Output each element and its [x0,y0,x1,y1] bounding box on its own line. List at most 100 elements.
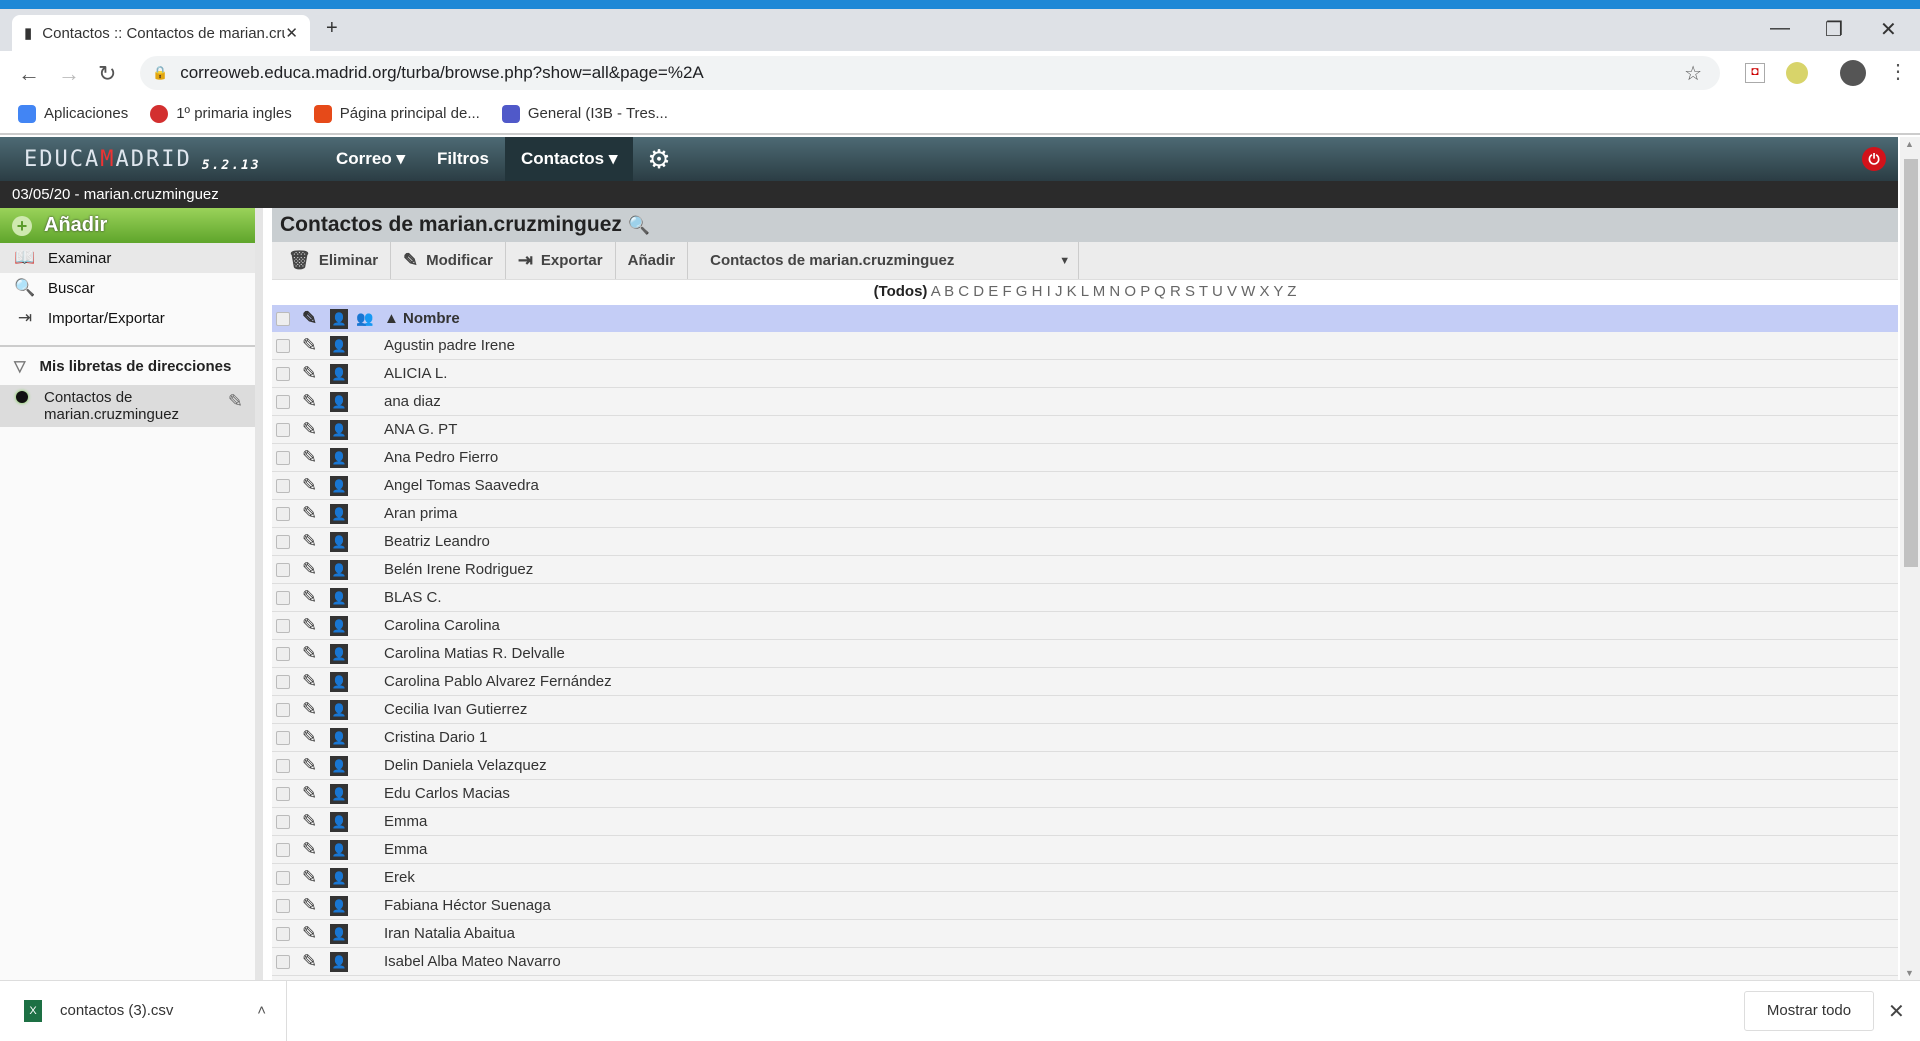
profile-icon[interactable] [1840,60,1866,86]
row-checkbox[interactable] [276,870,290,885]
edit-pencil-icon[interactable]: ✎ [302,867,322,888]
delete-button[interactable]: 🗑 Eliminar [272,242,392,279]
menu-correo[interactable]: Correo ▾ [320,137,421,181]
contact-name[interactable]: Cristina Dario 1 [384,729,487,746]
add-contact-button[interactable]: + Añadir [0,208,255,243]
contact-row[interactable]: ✎ 👤 Agustin padre Irene [272,332,1898,360]
contact-name[interactable]: Carolina Matias R. Delvalle [384,645,565,662]
bookmark-apps[interactable]: Aplicaciones [18,105,128,124]
row-checkbox[interactable] [276,562,290,577]
row-checkbox[interactable] [276,394,290,409]
forward-icon[interactable]: → [58,61,80,87]
page-scrollbar[interactable]: ▲ ▼ [1900,137,1920,980]
row-checkbox[interactable] [276,954,290,969]
contact-card-icon[interactable]: 👤 [330,335,348,356]
bookmark-teams[interactable]: General (I3B - Tres... [501,105,668,124]
edit-pencil-icon[interactable]: ✎ [302,727,322,748]
row-checkbox[interactable] [276,898,290,913]
contact-card-icon[interactable]: 👤 [330,811,348,832]
contact-name[interactable]: Emma [384,813,427,830]
contact-row[interactable]: ✎ 👤 Aran prima [272,500,1898,528]
add-to-button[interactable]: Añadir [616,242,689,279]
contact-row[interactable]: ✎ 👤 Iran Natalia Abaitua [272,920,1898,948]
contact-card-icon[interactable]: 👤 [330,951,348,972]
menu-contactos[interactable]: Contactos ▾ [504,137,634,181]
contact-row[interactable]: ✎ 👤 Erek [272,864,1898,892]
row-checkbox[interactable] [276,646,290,661]
contact-name[interactable]: ana diaz [384,393,441,410]
row-checkbox[interactable] [276,590,290,605]
bookmark-office[interactable]: Página principal de... [313,105,480,124]
edit-pencil-icon[interactable]: ✎ [302,699,322,720]
contact-card-icon[interactable]: 👤 [330,475,348,496]
contact-card-icon[interactable]: 👤 [330,783,348,804]
back-icon[interactable]: ← [18,61,40,87]
contact-card-icon[interactable]: 👤 [330,923,348,944]
menu-filtros[interactable]: Filtros [421,137,505,181]
sidebar-item-examinar[interactable]: 📖 Examinar [0,243,255,273]
bookmark-primaria[interactable]: 1º primaria ingles [150,105,292,124]
contact-card-icon[interactable]: 👤 [330,727,348,748]
contact-name[interactable]: Edu Carlos Macias [384,785,510,802]
edit-pencil-icon[interactable]: ✎ [302,755,322,776]
edit-pencil-icon[interactable]: ✎ [302,503,322,524]
search-icon[interactable]: 🔍 [628,215,650,235]
row-checkbox[interactable] [276,366,290,381]
close-download-bar-icon[interactable]: ✕ [1888,999,1905,1024]
contact-row[interactable]: ✎ 👤 ANA G. PT [272,416,1898,444]
menu-dots-icon[interactable]: ⋮ [1888,59,1908,84]
scroll-up-arrow-icon[interactable]: ▲ [1905,139,1914,149]
extension-camera-icon[interactable] [1786,62,1808,84]
row-checkbox[interactable] [276,674,290,689]
contact-row[interactable]: ✎ 👤 Isabel Alba Mateo Navarro [272,948,1898,976]
contact-name[interactable]: Ana Pedro Fierro [384,449,498,466]
edit-pencil-icon[interactable]: ✎ [302,335,322,356]
contact-name[interactable]: ANA G. PT [384,421,457,438]
edit-pencil-icon[interactable]: ✎ [302,951,322,972]
scrollbar-thumb[interactable] [1904,159,1918,567]
contact-row[interactable]: ✎ 👤 Cecilia Ivan Gutierrez [272,696,1898,724]
row-checkbox[interactable] [276,702,290,717]
contact-card-icon[interactable]: 👤 [330,447,348,468]
contact-card-icon[interactable]: 👤 [330,895,348,916]
new-tab-button[interactable]: + [326,17,338,40]
select-all-checkbox[interactable] [276,311,290,326]
educamadrid-logo[interactable]: EDUCAMADRID 5.2.13 [0,137,260,181]
contact-row[interactable]: ✎ 👤 Edu Carlos Macias [272,780,1898,808]
row-checkbox[interactable] [276,842,290,857]
row-checkbox[interactable] [276,534,290,549]
close-window-button[interactable]: ✕ [1880,17,1897,42]
edit-pencil-icon[interactable]: ✎ [302,643,322,664]
contact-name[interactable]: Iran Natalia Abaitua [384,925,515,942]
logout-power-icon[interactable]: ⏻ [1862,147,1886,171]
contact-name[interactable]: Beatriz Leandro [384,533,490,550]
contact-row[interactable]: ✎ 👤 Angel Tomas Saavedra [272,472,1898,500]
contact-name[interactable]: Carolina Carolina [384,617,500,634]
bookmark-star-icon[interactable]: ☆ [1684,61,1702,86]
contact-name[interactable]: Fabiana Héctor Suenaga [384,897,551,914]
close-tab-icon[interactable]: ✕ [285,24,298,42]
row-checkbox[interactable] [276,786,290,801]
edit-pencil-icon[interactable]: ✎ [302,531,322,552]
edit-pencil-icon[interactable]: ✎ [302,475,322,496]
contact-card-icon[interactable]: 👤 [330,839,348,860]
contact-row[interactable]: ✎ 👤 Fabiana Héctor Suenaga [272,892,1898,920]
address-book-select[interactable]: Contactos de marian.cruzminguez ▼ [688,242,1080,279]
gear-icon[interactable]: ⚙ [633,144,684,175]
edit-pencil-icon[interactable]: ✎ [302,839,322,860]
edit-pencil-icon[interactable]: ✎ [302,363,322,384]
contact-card-icon[interactable]: 👤 [330,391,348,412]
contact-row[interactable]: ✎ 👤 Emma [272,836,1898,864]
edit-pencil-icon[interactable]: ✎ [302,671,322,692]
edit-pencil-icon[interactable]: ✎ [302,419,322,440]
row-checkbox[interactable] [276,478,290,493]
contact-card-icon[interactable]: 👤 [330,531,348,552]
contact-row[interactable]: ✎ 👤 ALICIA L. [272,360,1898,388]
row-checkbox[interactable] [276,730,290,745]
reload-icon[interactable]: ↻ [98,61,116,87]
contact-row[interactable]: ✎ 👤 Ana Pedro Fierro [272,444,1898,472]
contact-card-icon[interactable]: 👤 [330,755,348,776]
edit-pencil-icon[interactable]: ✎ [302,559,322,580]
edit-pencil-icon[interactable]: ✎ [302,811,322,832]
contact-name[interactable]: Cecilia Ivan Gutierrez [384,701,527,718]
